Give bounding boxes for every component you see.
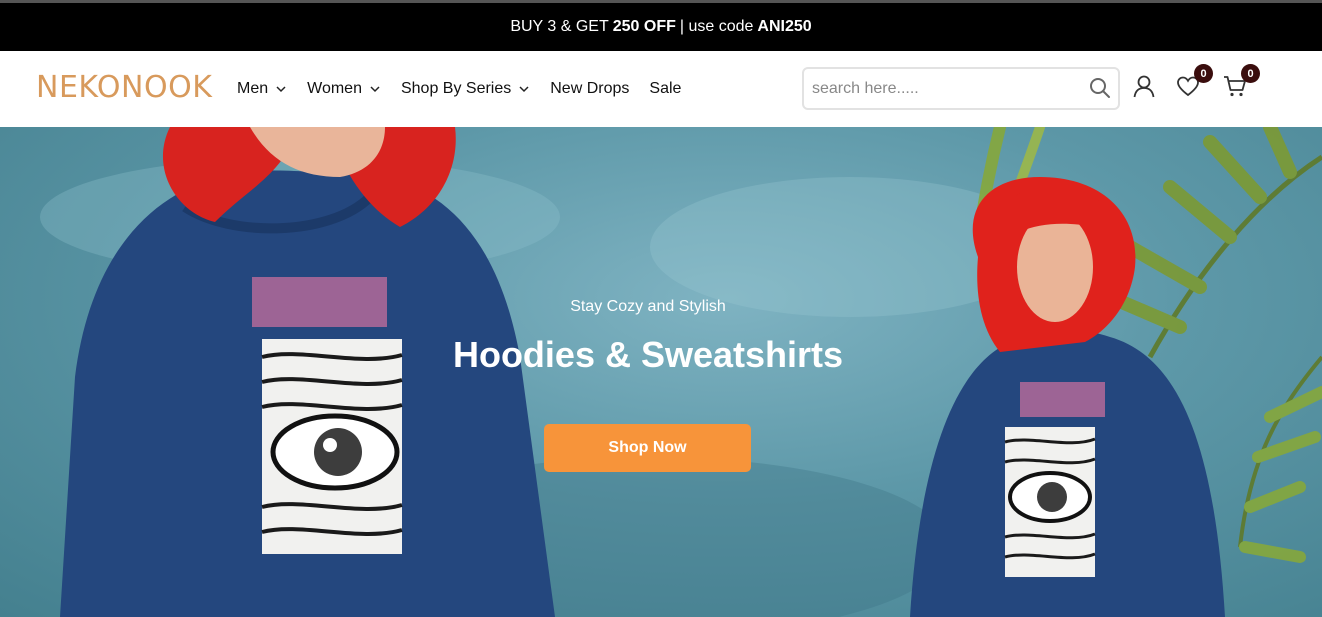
hero-content: Stay Cozy and Stylish Hoodies & Sweatshi…	[0, 127, 1322, 617]
announcement-bar: BUY 3 & GET 250 OFF | use code ANI250	[0, 3, 1322, 51]
chevron-down-icon	[370, 86, 380, 93]
brand-logo[interactable]: NEKONOOK	[36, 70, 212, 105]
cart-count-badge: 0	[1241, 64, 1260, 83]
main-nav: Men Women Shop By Series New Drops Sale	[237, 51, 681, 127]
nav-item-women[interactable]: Women	[307, 80, 381, 98]
wishlist-count-badge: 0	[1194, 64, 1213, 83]
nav-item-new-drops[interactable]: New Drops	[550, 80, 629, 98]
nav-item-label: Women	[307, 80, 362, 97]
search-icon[interactable]	[1088, 76, 1112, 100]
shop-now-button[interactable]: Shop Now	[544, 424, 751, 472]
nav-item-shop-by-series[interactable]: Shop By Series	[401, 80, 530, 98]
site-header: NEKONOOK Men Women Shop By Series New Dr…	[0, 51, 1322, 127]
account-button[interactable]	[1131, 73, 1157, 99]
chevron-down-icon	[519, 86, 529, 93]
search-input[interactable]	[812, 77, 1082, 101]
announcement-offer: 250 OFF	[612, 18, 676, 35]
wishlist-button[interactable]: 0	[1175, 64, 1213, 99]
nav-item-men[interactable]: Men	[237, 80, 287, 98]
nav-item-label: Men	[237, 80, 269, 97]
announcement-code: ANI250	[757, 18, 812, 35]
nav-item-sale[interactable]: Sale	[649, 80, 681, 98]
cart-button[interactable]: 0	[1222, 64, 1260, 99]
announcement-text-2: | use code	[679, 18, 754, 35]
hero-headline: Hoodies & Sweatshirts	[452, 334, 844, 375]
nav-item-label: Sale	[649, 80, 682, 97]
search-box	[802, 67, 1120, 110]
hero-tagline: Stay Cozy and Stylish	[570, 298, 726, 315]
user-icon	[1133, 75, 1155, 98]
hero-banner: Stay Cozy and Stylish Hoodies & Sweatshi…	[0, 127, 1322, 617]
announcement-text-1: BUY 3 & GET	[510, 18, 609, 35]
nav-item-label: New Drops	[550, 80, 630, 97]
nav-item-label: Shop By Series	[400, 80, 512, 97]
chevron-down-icon	[276, 86, 286, 93]
